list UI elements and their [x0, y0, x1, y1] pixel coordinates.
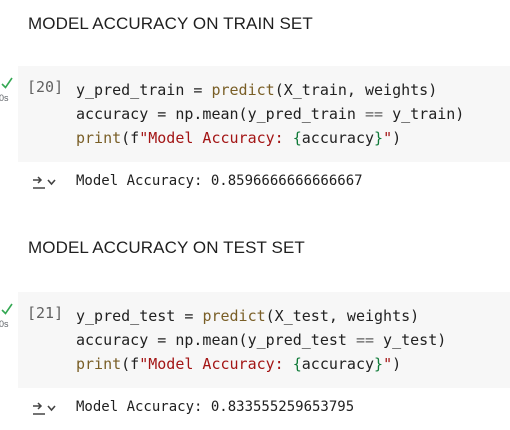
check-icon — [1, 303, 13, 315]
execution-duration: 0s — [0, 319, 9, 329]
cell-status[interactable]: 0s — [0, 302, 14, 330]
execution-count: [20] — [27, 78, 64, 96]
code-content[interactable]: y_pred_test = predict(X_test, weights) a… — [76, 304, 446, 376]
execution-duration: 0s — [0, 93, 9, 103]
output-toggle-icon[interactable] — [32, 175, 58, 191]
code-content[interactable]: y_pred_train = predict(X_train, weights)… — [76, 78, 464, 150]
execution-count: [21] — [27, 304, 64, 322]
cell-output-test: Model Accuracy: 0.833555259653795 — [0, 396, 510, 422]
section-heading-train: MODEL ACCURACY ON TRAIN SET — [28, 14, 313, 33]
code-line-3: print(f"Model Accuracy: {accuracy}") — [76, 355, 402, 373]
code-line-2: accuracy = np.mean(y_pred_test == y_test… — [76, 331, 447, 349]
output-toggle-icon[interactable] — [32, 401, 58, 417]
check-icon — [1, 77, 13, 89]
code-cell-train[interactable]: 0s [20] y_pred_train = predict(X_train, … — [0, 66, 510, 162]
code-line-1: y_pred_train = predict(X_train, weights) — [76, 81, 438, 99]
code-line-1: y_pred_test = predict(X_test, weights) — [76, 307, 420, 325]
cell-output-train: Model Accuracy: 0.8596666666666667 — [0, 170, 510, 196]
section-heading-test: MODEL ACCURACY ON TEST SET — [28, 238, 305, 257]
code-cell-test[interactable]: 0s [21] y_pred_test = predict(X_test, we… — [0, 292, 510, 388]
output-text: Model Accuracy: 0.833555259653795 — [76, 399, 355, 415]
code-line-3: print(f"Model Accuracy: {accuracy}") — [76, 129, 402, 147]
output-text: Model Accuracy: 0.8596666666666667 — [76, 173, 363, 189]
cell-status[interactable]: 0s — [0, 76, 14, 104]
code-line-2: accuracy = np.mean(y_pred_train == y_tra… — [76, 105, 465, 123]
